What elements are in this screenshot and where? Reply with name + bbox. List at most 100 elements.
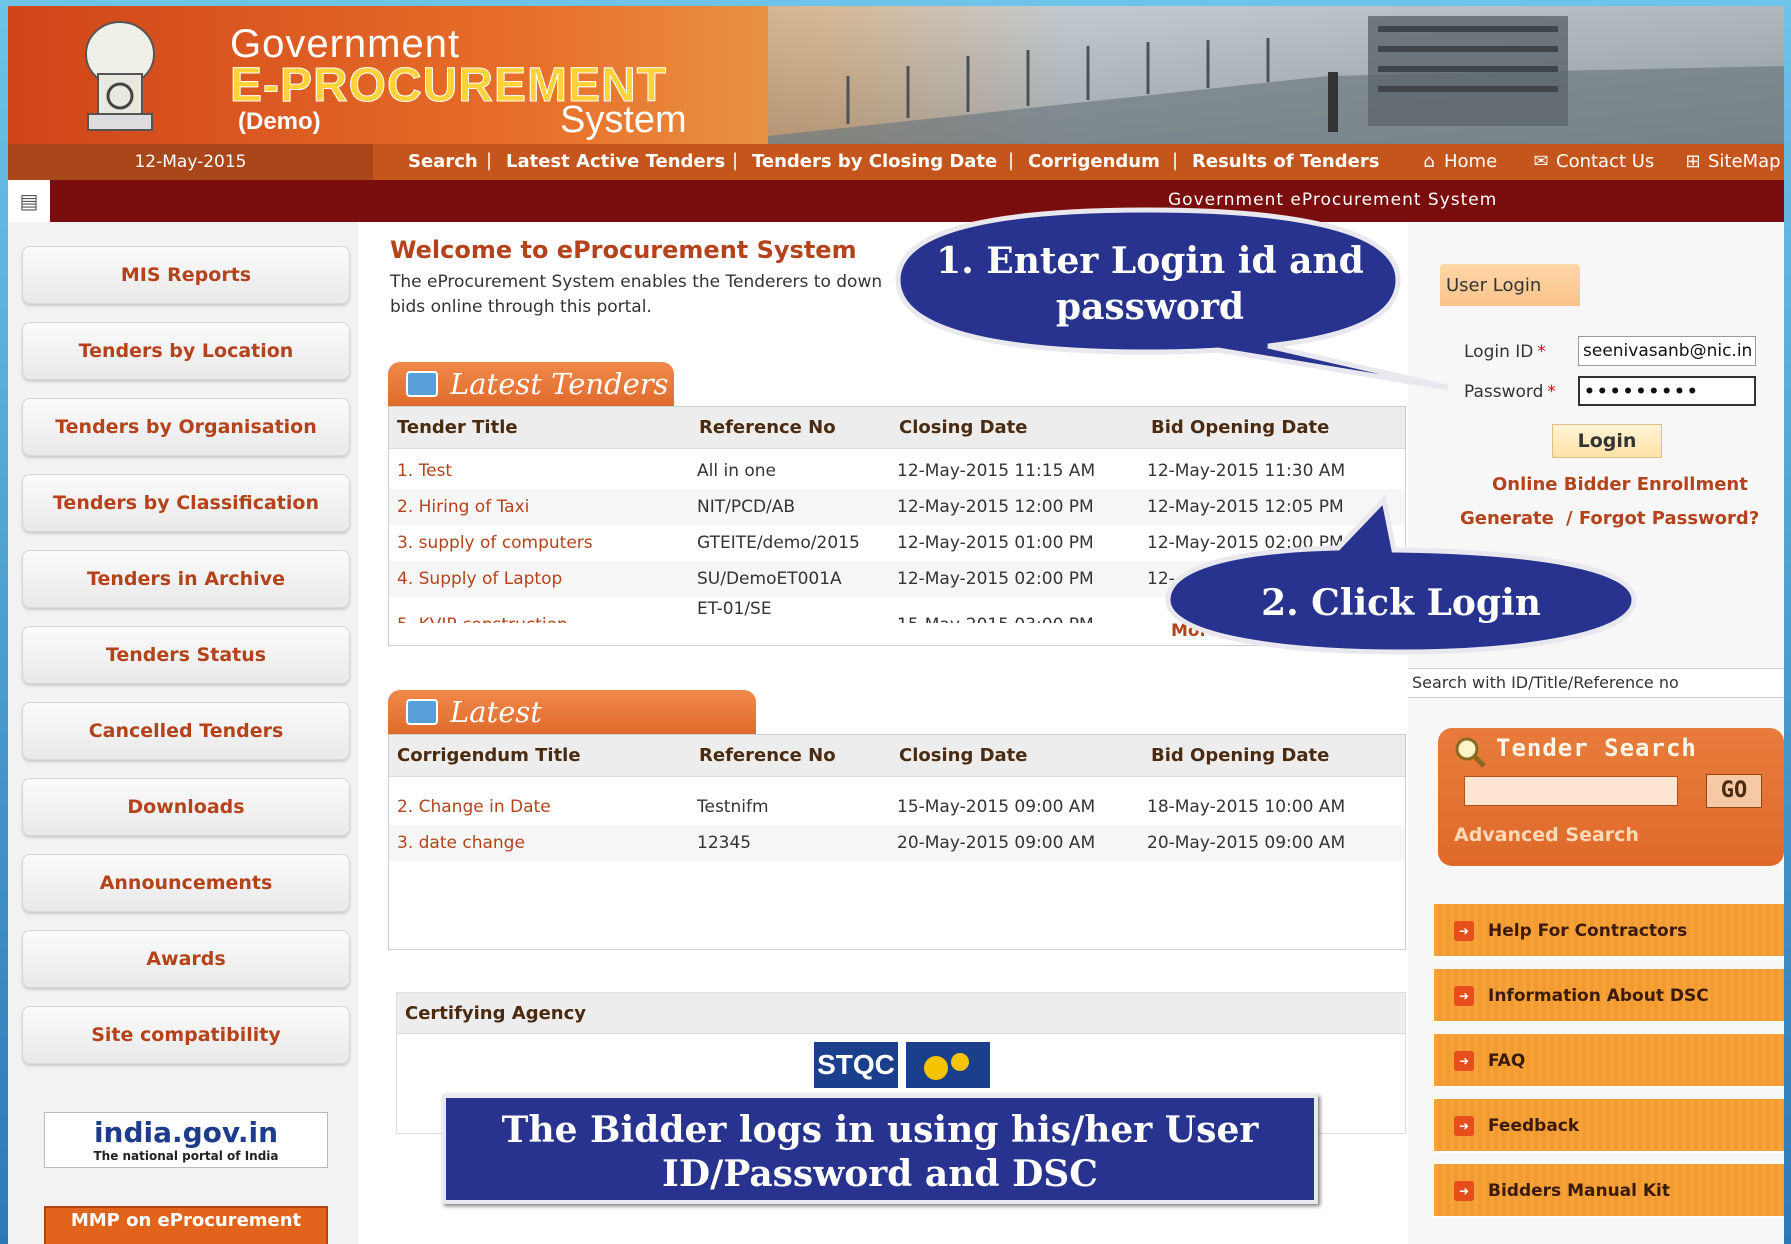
password-input[interactable]: ••••••••• [1578,376,1756,406]
closing-date: 12-May-2015 02:00 PM [897,569,1094,589]
nav-home[interactable]: ⌂ Home [1420,144,1497,180]
tender-search-input[interactable] [1464,776,1678,806]
col-reference-no: Reference No [699,417,836,438]
nav-tenders-by-closing-date[interactable]: Tenders by Closing Date [752,144,997,180]
login-id-label-text: Login ID [1464,342,1534,362]
india-gov-banner[interactable]: india.gov.in The national portal of Indi… [44,1112,328,1168]
reference-no: 12345 [697,833,752,853]
col-bid-opening-date: Bid Opening Date [1151,745,1330,766]
site-banner: Government E-PROCUREMENT System (Demo) [8,6,1784,144]
tender-title-link[interactable]: 2. Hiring of Taxi [397,489,529,525]
menu-site-compatibility[interactable]: Site compatibility [22,1006,350,1064]
required-mark: * [1537,342,1546,362]
login-id-input[interactable]: seenivasanb@nic.in [1578,336,1756,366]
nav-separator: | [486,150,493,171]
nav-corrigendum[interactable]: Corrigendum [1028,144,1160,180]
col-reference-no: Reference No [699,745,836,766]
closing-date: 12-May-2015 01:00 PM [897,533,1094,553]
title-line-system: System [560,99,687,141]
menu-tenders-by-organisation[interactable]: Tenders by Organisation [22,398,350,456]
tender-title-link[interactable]: 3. supply of computers [397,525,593,561]
advanced-search-link[interactable]: Advanced Search [1454,824,1639,846]
reference-no: GTEITE/demo/2015 [697,533,860,553]
menu-announcements[interactable]: Announcements [22,854,350,912]
slide-caption: The Bidder logs in using his/her User ID… [442,1094,1318,1204]
table-row: 3. date change 12345 20-May-2015 09:00 A… [389,825,1405,861]
latest-corrigendums-table: Corrigendum Title Reference No Closing D… [388,734,1406,950]
tender-title-link[interactable]: 5. KVIP construction [397,607,568,623]
side-button-label: Feedback [1488,1116,1580,1136]
nav-contact-label: Contact Us [1556,151,1655,172]
user-login-tab: User Login [1440,264,1580,306]
arrow-right-icon: ➜ [1454,1116,1474,1136]
feedback-button[interactable]: ➜ Feedback [1434,1099,1784,1153]
search-hint: Search with ID/Title/Reference no [1408,668,1784,698]
nav-sitemap-label: SiteMap [1708,151,1781,172]
sitemap-icon: ⊞ [1685,151,1701,172]
menu-tenders-in-archive[interactable]: Tenders in Archive [22,550,350,608]
col-tender-title: Tender Title [397,417,518,438]
demo-label: (Demo) [238,108,321,135]
nav-home-label: Home [1444,151,1498,172]
bid-opening-date: 18-May-2015 10:00 AM [1147,797,1346,817]
tender-title-link[interactable]: 4. Supply of Laptop [397,561,562,597]
nav-search[interactable]: Search [408,144,478,180]
password-label-text: Password [1464,382,1544,402]
bidders-manual-kit-button[interactable]: ➜ Bidders Manual Kit [1434,1164,1784,1218]
nav-separator: | [732,150,739,171]
reference-no: SU/DemoET001A [697,569,842,589]
arrow-right-icon: ➜ [1454,1181,1474,1201]
menu-tenders-status[interactable]: Tenders Status [22,626,350,684]
welcome-title: Welcome to eProcurement System [390,236,857,264]
nav-latest-active-tenders[interactable]: Latest Active Tenders [506,144,725,180]
nav-separator: | [1172,150,1179,171]
national-emblem-icon [85,21,155,131]
help-for-contractors-button[interactable]: ➜ Help For Contractors [1434,904,1784,958]
certifying-agency-logo[interactable] [906,1042,990,1088]
side-button-label: FAQ [1488,1051,1526,1071]
closing-date: 12-May-2015 11:15 AM [897,461,1096,481]
required-mark: * [1547,382,1556,402]
callout-click-login: 2. Click Login [1261,582,1541,624]
menu-tenders-by-classification[interactable]: Tenders by Classification [22,474,350,532]
col-closing-date: Closing Date [899,745,1028,766]
table-header: Tender Title Reference No Closing Date B… [389,407,1405,449]
home-icon: ⌂ [1423,151,1435,172]
col-closing-date: Closing Date [899,417,1028,438]
arrow-right-icon: ➜ [1454,921,1474,941]
login-button[interactable]: Login [1552,424,1662,458]
menu-awards[interactable]: Awards [22,930,350,988]
information-about-dsc-button[interactable]: ➜ Information About DSC [1434,969,1784,1023]
side-button-label: Help For Contractors [1488,921,1688,941]
col-corrigendum-title: Corrigendum Title [397,745,581,766]
closing-date: 15-May-2015 09:00 AM [897,797,1096,817]
faq-button[interactable]: ➜ FAQ [1434,1034,1784,1088]
table-row: 1. Test All in one 12-May-2015 11:15 AM … [389,453,1405,489]
tender-title-link[interactable]: 1. Test [397,453,452,489]
nav-contact-us[interactable]: ✉ Contact Us [1532,144,1654,180]
mail-icon: ✉ [1533,151,1549,172]
nav-results-of-tenders[interactable]: Results of Tenders [1192,144,1379,180]
mmp-eprocurement-banner[interactable]: MMP on eProcurement [44,1206,328,1244]
latest-tenders-title: Latest Tenders [450,367,669,401]
corrigendum-title-link[interactable]: 3. date change [397,825,525,861]
corrigendum-title-link[interactable]: 2. Change in Date [397,789,551,825]
title-line-government: Government [230,22,461,66]
india-gov-title: india.gov.in [93,1116,279,1149]
side-button-label: Bidders Manual Kit [1488,1181,1671,1201]
current-date: 12-May-2015 [8,144,373,180]
menu-downloads[interactable]: Downloads [22,778,350,836]
nav-sitemap[interactable]: ⊞ SiteMap [1684,144,1781,180]
go-button[interactable]: GO [1706,774,1762,808]
menu-cancelled-tenders[interactable]: Cancelled Tenders [22,702,350,760]
menu-tenders-by-location[interactable]: Tenders by Location [22,322,350,380]
corrigendum-document-icon [406,699,438,725]
online-bidder-enrollment-link[interactable]: Online Bidder Enrollment [1492,474,1748,495]
menu-mis-reports[interactable]: MIS Reports [22,246,350,304]
site-title: Government E-PROCUREMENT System (Demo) [229,22,686,140]
document-icon: ▤ [8,180,52,222]
callout-enter-login: 1. Enter Login id and password [936,240,1364,328]
closing-date: 20-May-2015 09:00 AM [897,833,1096,853]
stqc-logo[interactable]: STQC [814,1042,898,1088]
reference-no: Testnifm [697,797,769,817]
